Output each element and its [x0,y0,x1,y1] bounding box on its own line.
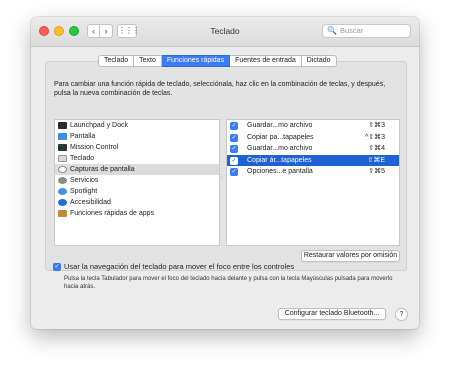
mission-control-icon [58,144,67,151]
shortcut-keys[interactable]: ⇧⌘5 [368,166,385,178]
shortcut-keys[interactable]: ⇧⌘E [367,155,385,167]
shortcuts-panel: Para cambiar una función rápida de tecla… [45,61,407,271]
instructions-text: Para cambiar una función rápida de tecla… [54,81,386,97]
search-placeholder: Buscar [339,26,364,35]
category-item-keyboard[interactable]: Teclado [55,153,219,164]
shortcut-checkbox[interactable]: ✓ [230,156,238,165]
shortcut-row[interactable]: ✓ Copiar pa...tapapeles ^⇧⌘3 [227,132,399,144]
app-shortcuts-icon [58,210,67,217]
shortcut-checkbox[interactable]: ✓ [230,122,238,130]
tab-input-sources[interactable]: Fuentes de entrada [230,55,302,67]
tab-dictation[interactable]: Dictado [301,55,337,67]
keyboard-icon [58,155,67,162]
shortcut-row[interactable]: ✓ Guardar...mo archivo ⇧⌘3 [227,120,399,132]
spotlight-icon [58,188,67,195]
screenshot-icon [58,166,67,173]
category-item-screenshots[interactable]: Capturas de pantalla [55,164,219,175]
restore-defaults-button[interactable]: Restaurar valores por omisión [301,250,400,262]
launchpad-icon [58,122,67,129]
shortcut-keys[interactable]: ^⇧⌘3 [365,132,385,144]
category-label: Capturas de pantalla [70,166,135,173]
category-label: Launchpad y Dock [70,122,128,129]
category-label: Pantalla [70,133,96,140]
shortcut-checkbox[interactable]: ✓ [230,168,238,176]
category-item-spotlight[interactable]: Spotlight [55,186,219,197]
keyboard-navigation-hint: Pulsa la tecla Tabulador para mover el f… [64,276,393,290]
category-label: Spotlight [70,188,98,195]
drag-handle-icon: ⁞ [221,177,223,183]
accessibility-icon [58,199,67,206]
shortcut-keys[interactable]: ⇧⌘3 [368,120,385,132]
category-item-app-shortcuts[interactable]: Funciones rápidas de apps [55,208,219,219]
help-button[interactable]: ? [395,308,408,321]
split-view-divider[interactable]: ⁞ [221,119,225,246]
search-field[interactable]: 🔍 Buscar [322,24,411,38]
shortcut-label: Opciones...e pantalla [247,168,313,175]
keyboard-navigation-checkbox[interactable]: ✓ [53,263,61,271]
category-item-accessibility[interactable]: Accesibilidad [55,197,219,208]
shortcut-label: Copiar ár...tapapeles [247,156,312,164]
tab-shortcuts[interactable]: Funciones rápidas [161,55,231,67]
category-label: Mission Control [70,144,119,151]
category-item-mission-control[interactable]: Mission Control [55,142,219,153]
shortcut-checkbox[interactable]: ✓ [230,133,238,142]
shortcut-list[interactable]: ✓ Guardar...mo archivo ⇧⌘3 ✓ Copiar pa...ta… [226,119,400,246]
shortcut-row-selected[interactable]: ✓ Copiar ár...tapapeles ⇧⌘E [227,154,399,167]
tab-bar: Teclado Texto Funciones rápidas Fuentes … [98,55,337,67]
category-item-services[interactable]: Servicios [55,175,219,186]
shortcut-row[interactable]: ✓ Opciones...e pantalla ⇧⌘5 [227,166,399,178]
category-label: Servicios [70,177,99,184]
tab-text[interactable]: Texto [134,55,162,67]
shortcut-label: Guardar...mo archivo [247,122,313,129]
shortcut-keys[interactable]: ⇧⌘4 [368,143,385,155]
category-label: Teclado [70,155,95,162]
category-list[interactable]: Launchpad y Dock Pantalla Mission Contro… [54,119,220,246]
shortcut-label: Guardar...mo archivo [247,145,313,152]
display-icon [58,133,67,140]
search-icon: 🔍 [327,26,337,35]
setup-bluetooth-keyboard-button[interactable]: Configurar teclado Bluetooth... [278,308,386,320]
category-label: Funciones rápidas de apps [70,210,155,217]
shortcut-label: Copiar pa...tapapeles [247,133,314,141]
titlebar: ‹ › ⋮⋮⋮ Teclado 🔍 Buscar [31,17,419,47]
shortcut-checkbox[interactable]: ✓ [230,145,238,153]
category-item-launchpad[interactable]: Launchpad y Dock [55,120,219,131]
category-item-display[interactable]: Pantalla [55,131,219,142]
keyboard-navigation-label[interactable]: Usar la navegación del teclado para move… [64,262,294,271]
keyboard-preferences-window: ‹ › ⋮⋮⋮ Teclado 🔍 Buscar Para cambiar una… [31,17,419,329]
category-label: Accesibilidad [70,199,111,206]
shortcut-row[interactable]: ✓ Guardar...mo archivo ⇧⌘4 [227,143,399,155]
gear-icon [58,177,67,184]
tab-keyboard[interactable]: Teclado [98,55,135,67]
